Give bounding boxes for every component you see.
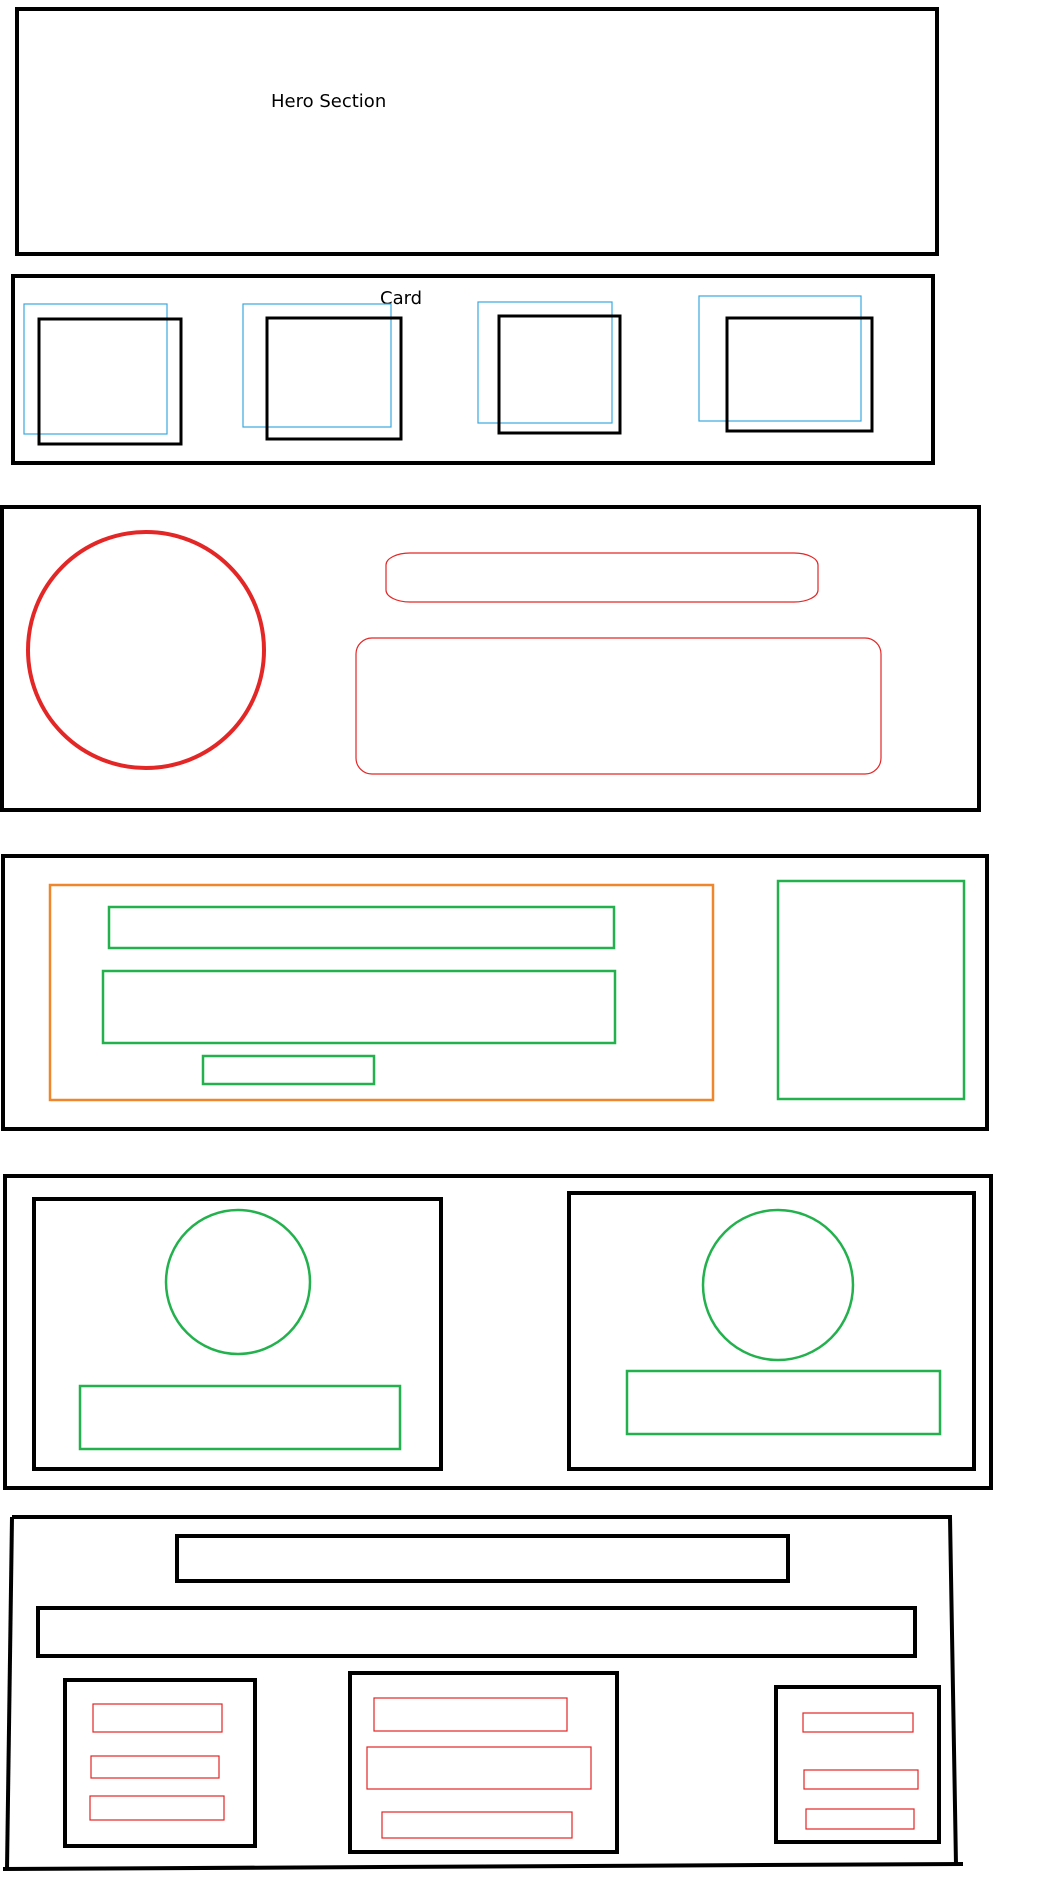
footer-section	[2, 1515, 964, 1871]
cards-label: Card	[380, 288, 422, 309]
footer-frame-left	[5, 1516, 14, 1870]
card-3[interactable]	[477, 301, 622, 435]
card-4-box	[725, 316, 874, 433]
side-panel	[776, 879, 966, 1101]
wireframe-canvas: Hero Section Card	[0, 7, 993, 1871]
feature-card-2[interactable]	[567, 1191, 976, 1471]
card-3-box	[497, 314, 622, 435]
cards-section: Card	[11, 274, 935, 465]
card-1[interactable]	[23, 303, 183, 446]
form-frame	[1, 854, 989, 1131]
hero-section: Hero Section	[15, 7, 939, 256]
footer-link[interactable]	[90, 1755, 220, 1779]
card-4[interactable]	[698, 295, 874, 433]
form-input-field[interactable]	[107, 905, 616, 950]
form-submit-button[interactable]	[201, 1054, 376, 1086]
feature-card-2-text	[625, 1369, 942, 1436]
feature-card-2-box	[567, 1191, 976, 1471]
footer-link[interactable]	[802, 1712, 914, 1733]
footer-column-2	[348, 1671, 619, 1854]
card-2-box	[265, 316, 403, 441]
footer-frame-bottom	[2, 1862, 964, 1871]
footer-link[interactable]	[366, 1746, 592, 1790]
card-1-box	[37, 317, 183, 446]
footer-link[interactable]	[381, 1811, 573, 1839]
footer-link[interactable]	[803, 1769, 919, 1790]
footer-link[interactable]	[373, 1697, 568, 1732]
hero-frame	[15, 7, 939, 256]
profile-section	[0, 505, 981, 812]
footer-link[interactable]	[89, 1795, 225, 1821]
feature-card-1-icon	[164, 1208, 312, 1356]
card-2[interactable]	[242, 303, 403, 441]
avatar-circle	[26, 530, 266, 770]
footer-link[interactable]	[92, 1703, 223, 1733]
footer-link[interactable]	[805, 1808, 915, 1830]
card-4-overlay	[698, 295, 862, 422]
footer-column-3	[774, 1685, 941, 1844]
feature-frame	[3, 1174, 993, 1490]
feature-card-1-box	[32, 1197, 443, 1471]
footer-column-2-box	[348, 1671, 619, 1854]
profile-description-placeholder	[355, 637, 882, 775]
feature-section	[3, 1174, 993, 1490]
feature-card-2-icon	[701, 1208, 855, 1362]
card-1-overlay	[23, 303, 168, 435]
footer-frame-top-right	[12, 1515, 958, 1866]
footer-column-1	[63, 1678, 257, 1848]
card-2-overlay	[242, 303, 392, 428]
footer-title-bar	[175, 1534, 790, 1583]
footer-nav-bar[interactable]	[36, 1606, 917, 1658]
form-textarea-field[interactable]	[101, 969, 617, 1045]
profile-title-placeholder	[385, 552, 819, 603]
feature-card-1-text	[78, 1384, 402, 1451]
form-section	[1, 854, 989, 1131]
hero-label: Hero Section	[271, 91, 386, 112]
feature-card-1[interactable]	[32, 1197, 443, 1471]
